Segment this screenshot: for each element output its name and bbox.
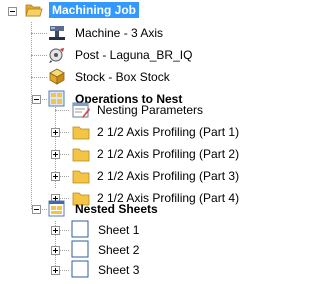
tree-node-sheet[interactable]: Sheet 2 [0, 239, 249, 261]
folder-icon [72, 170, 90, 184]
tree-node-label: Nested Sheets [75, 202, 158, 216]
tree-node-operation[interactable]: 2 1/2 Axis Profiling (Part 3) [0, 165, 249, 187]
folder-open-icon [25, 4, 43, 17]
post-icon [49, 48, 64, 63]
expand-toggle[interactable] [51, 246, 60, 255]
folder-icon [72, 148, 90, 162]
tree-node-machine[interactable]: Machine - 3 Axis [0, 22, 249, 44]
tree-node-label: Nesting Parameters [97, 103, 204, 117]
expand-toggle[interactable] [51, 128, 60, 137]
tree-node-label: 2 1/2 Axis Profiling (Part 3) [97, 169, 240, 183]
expand-toggle[interactable] [51, 226, 60, 235]
sheet-icon [71, 260, 89, 278]
machining-job-tree: Machining Job Machine - 3 Axis Post - La… [0, 0, 249, 284]
tree-node-nested-sheets[interactable]: Nested Sheets [0, 198, 249, 220]
tree-node-nesting-parameters[interactable]: Nesting Parameters [0, 99, 249, 121]
tree-node-label: 2 1/2 Axis Profiling (Part 1) [97, 125, 240, 139]
folder-icon [72, 126, 90, 140]
collapse-toggle[interactable] [32, 205, 41, 214]
nested-sheets-icon [48, 200, 65, 217]
machine-icon [49, 26, 65, 40]
tree-node-label: Machine - 3 Axis [75, 26, 164, 40]
sheet-icon [71, 220, 89, 238]
tree-node-label: Post - Laguna_BR_IQ [75, 48, 193, 62]
tree-node-label: 2 1/2 Axis Profiling (Part 2) [97, 147, 240, 161]
tree-node-sheet[interactable]: Sheet 3 [0, 259, 249, 281]
expand-toggle[interactable] [51, 266, 60, 275]
expand-toggle[interactable] [51, 172, 60, 181]
tree-node-operation[interactable]: 2 1/2 Axis Profiling (Part 1) [0, 121, 249, 143]
stock-box-icon [49, 68, 65, 85]
tree-node-operation[interactable]: 2 1/2 Axis Profiling (Part 2) [0, 143, 249, 165]
tree-node-label: Stock - Box Stock [75, 70, 170, 84]
tree-node-label: Machining Job [49, 2, 139, 18]
tree-node-machining-job[interactable]: Machining Job [0, 0, 249, 22]
tree-node-sheet[interactable]: Sheet 1 [0, 219, 249, 241]
tree-node-post[interactable]: Post - Laguna_BR_IQ [0, 44, 249, 66]
expand-toggle[interactable] [51, 150, 60, 159]
collapse-toggle[interactable] [8, 7, 17, 16]
tree-node-label: Sheet 1 [98, 223, 140, 237]
tree-node-label: Sheet 2 [98, 243, 140, 257]
parameters-icon [72, 102, 90, 118]
tree-node-label: Sheet 3 [98, 263, 140, 277]
tree-node-stock[interactable]: Stock - Box Stock [0, 66, 249, 88]
sheet-icon [71, 240, 89, 258]
